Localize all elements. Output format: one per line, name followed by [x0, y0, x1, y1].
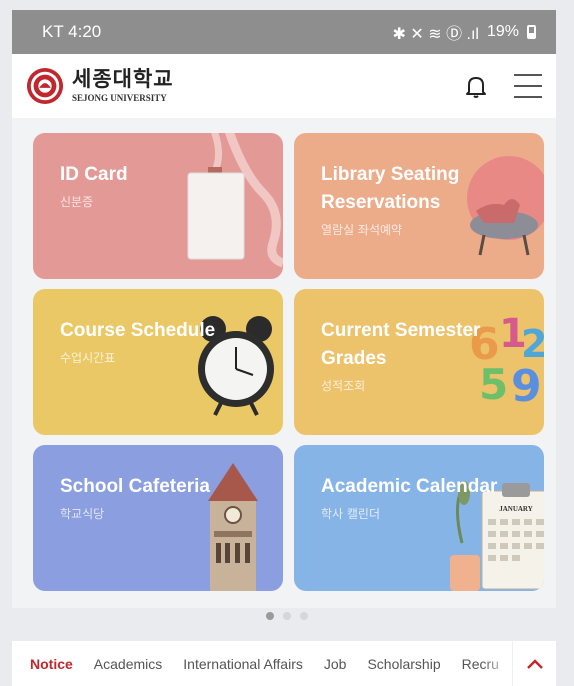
battery-percent: 19% [486, 23, 519, 40]
page-dot-2[interactable] [283, 612, 291, 620]
card-course-schedule[interactable]: Course Schedule 수업시간표 [33, 289, 283, 435]
app-header: 세종대학교 SEJONG UNIVERSITY [12, 54, 556, 118]
card-subtitle: 학사 캘린더 [321, 507, 381, 521]
bell-icon[interactable] [464, 73, 488, 99]
card-title: Academic Calendar [321, 476, 498, 497]
status-carrier-time: KT 4:20 [42, 22, 102, 41]
svg-text:2: 2 [521, 322, 544, 366]
card-title: Course Schedule [60, 320, 216, 341]
card-subtitle: 신분증 [60, 195, 94, 209]
status-indicators: ✱ ✕ ≋ Ⓓ .ıl 19% [393, 20, 536, 44]
logo-korean-name: 세종대학교 [72, 67, 174, 91]
status-bar: KT 4:20 ✱ ✕ ≋ Ⓓ .ıl 19% [12, 10, 556, 54]
university-logo[interactable]: 세종대학교 SEJONG UNIVERSITY [72, 69, 174, 103]
page-dot-1[interactable] [266, 612, 274, 620]
page-dot-3[interactable] [300, 612, 308, 620]
bottom-tab-bar: Notice Academics International Affairs J… [12, 640, 556, 686]
tab-job[interactable]: Job [324, 656, 347, 672]
card-semester-grades[interactable]: Current Semester Grades 성적조회 6 1 2 5 9 8 [294, 289, 544, 435]
carousel-pagination [0, 612, 574, 620]
card-school-cafeteria[interactable]: School Cafeteria 학교식당 [33, 445, 283, 591]
expand-panel-button[interactable] [512, 641, 556, 686]
quick-menu-grid: ID Card 신분증 Library Seating Reservations… [12, 118, 556, 608]
chevron-up-icon [526, 659, 543, 669]
tab-academics[interactable]: Academics [94, 656, 162, 672]
card-id-card[interactable]: ID Card 신분증 [33, 133, 283, 279]
card-subtitle: 성적조회 [321, 379, 366, 393]
tab-notice[interactable]: Notice [30, 656, 73, 672]
tab-scholarship[interactable]: Scholarship [367, 656, 440, 672]
university-seal-icon [26, 67, 64, 105]
status-icons: ✱ ✕ ≋ Ⓓ .ıl [392, 26, 479, 43]
card-title: Library Seating Reservations [321, 164, 460, 213]
card-library-seating[interactable]: Library Seating Reservations 열람실 좌석예약 [294, 133, 544, 279]
battery-icon [527, 25, 536, 39]
card-title: Current Semester Grades [321, 320, 481, 369]
card-title: School Cafeteria [60, 476, 210, 497]
card-subtitle: 학교식당 [60, 507, 105, 521]
logo-english-name: SEJONG UNIVERSITY [72, 93, 167, 103]
card-title: ID Card [60, 164, 128, 185]
tab-international-affairs[interactable]: International Affairs [183, 656, 303, 672]
card-subtitle: 수업시간표 [60, 351, 116, 365]
hamburger-menu-icon[interactable] [514, 74, 542, 98]
card-subtitle: 열람실 좌석예약 [321, 223, 403, 237]
card-academic-calendar[interactable]: Academic Calendar 학사 캘린더 JANUARY [294, 445, 544, 591]
